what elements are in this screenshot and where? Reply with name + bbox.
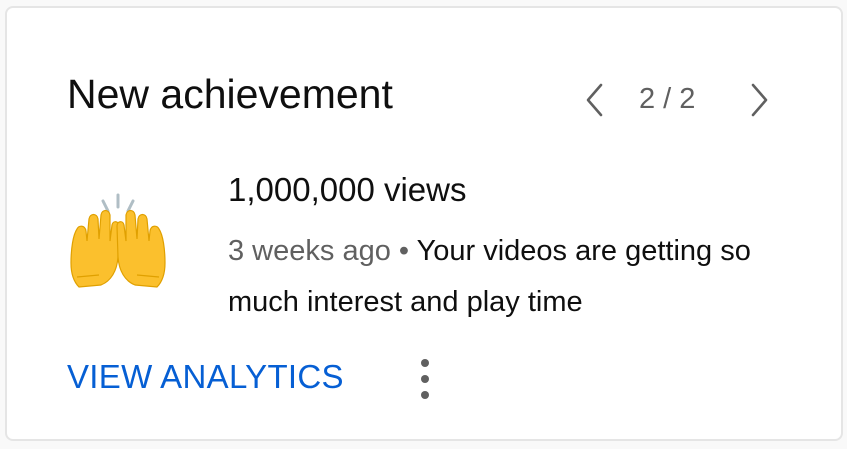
view-analytics-button[interactable]: VIEW ANALYTICS <box>67 358 344 395</box>
pager: 2 / 2 <box>577 80 777 120</box>
chevron-left-icon <box>586 83 603 117</box>
card-title: New achievement <box>67 71 393 117</box>
next-button[interactable] <box>741 80 777 120</box>
raising-hands-icon <box>70 193 166 288</box>
previous-button[interactable] <box>577 80 613 120</box>
achievement-card: New achievement 2 / 2 1,000,000 views 3 … <box>5 6 843 441</box>
separator-dot: • <box>390 235 417 267</box>
more-options-button[interactable] <box>403 353 447 409</box>
chevron-right-icon <box>751 83 768 117</box>
achievement-description: 3 weeks ago • Your videos are getting so… <box>228 226 788 328</box>
page-counter: 2 / 2 <box>639 83 696 115</box>
achievement-title: 1,000,000 views <box>228 171 467 208</box>
achievement-time: 3 weeks ago <box>228 235 391 267</box>
